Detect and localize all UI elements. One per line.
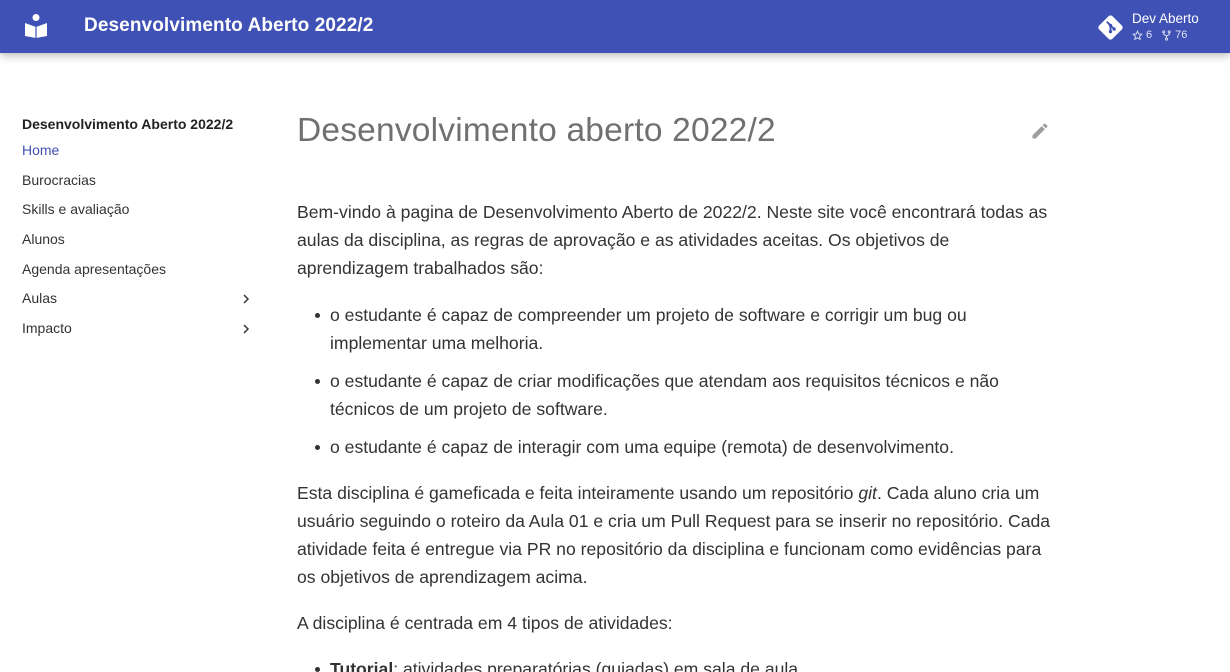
list-item: o estudante é capaz de criar modificaçõe…: [315, 367, 1030, 423]
nav-item-agenda[interactable]: Agenda apresentações: [22, 255, 254, 285]
activity-description: : atividades preparatórias (guiadas) em …: [393, 659, 803, 672]
list-item: o estudante é capaz de compreender um pr…: [315, 301, 1030, 357]
edit-pencil-icon[interactable]: [1030, 121, 1050, 141]
main-content: Desenvolvimento aberto 2022/2 Bem-vindo …: [297, 108, 1057, 672]
chevron-right-icon[interactable]: [238, 321, 254, 337]
top-header: Desenvolvimento Aberto 2022/2 Dev Aberto…: [0, 0, 1230, 53]
repo-forks: 76: [1161, 29, 1187, 41]
chevron-right-icon[interactable]: [238, 291, 254, 307]
repo-name: Dev Aberto: [1132, 11, 1199, 26]
forks-count: 76: [1175, 29, 1188, 41]
nav-item-burocracias[interactable]: Burocracias: [22, 166, 254, 196]
activities-intro: A disciplina é centrada em 4 tipos de at…: [297, 613, 673, 633]
activity-name: Tutorial: [330, 659, 394, 672]
star-icon: [1132, 29, 1143, 40]
gamified-paragraph: Esta disciplina é gameficada e feita int…: [297, 479, 1057, 591]
nav-item-alunos[interactable]: Alunos: [22, 225, 254, 255]
nav-item-impacto[interactable]: Impacto: [22, 314, 254, 344]
page-title: Desenvolvimento aberto 2022/2: [297, 112, 776, 149]
fork-icon: [1162, 29, 1171, 41]
book-reader-icon[interactable]: [25, 14, 47, 38]
primary-navigation: Desenvolvimento Aberto 2022/2 Home Buroc…: [22, 112, 254, 344]
list-item: o estudante é capaz de interagir com uma…: [315, 433, 1030, 461]
repository-link[interactable]: Dev Aberto 6 76: [1098, 8, 1228, 46]
git-icon: [1098, 15, 1123, 40]
intro-paragraph: Bem-vindo à pagina de Desenvolvimento Ab…: [297, 202, 1048, 278]
repo-stars: 6: [1132, 29, 1152, 41]
gamified-text-a: Esta disciplina é gameficada e feita int…: [297, 483, 859, 503]
nav-title: Desenvolvimento Aberto 2022/2: [22, 116, 234, 132]
nav-item-impacto-label: Impacto: [22, 320, 72, 337]
nav-item-home[interactable]: Home: [22, 136, 254, 166]
objectives-list: o estudante é capaz de compreender um pr…: [315, 301, 1030, 471]
stars-count: 6: [1146, 29, 1153, 41]
nav-item-aulas[interactable]: Aulas: [22, 284, 254, 314]
repo-facts: 6 76: [1132, 29, 1196, 41]
site-title[interactable]: Desenvolvimento Aberto 2022/2: [84, 15, 373, 37]
list-item: Tutorial: atividades preparatórias (guia…: [315, 655, 1030, 672]
nav-item-aulas-label: Aulas: [22, 290, 58, 307]
git-emphasis: git: [858, 483, 877, 503]
nav-item-skills[interactable]: Skills e avaliação: [22, 195, 254, 225]
activities-list: Tutorial: atividades preparatórias (guia…: [315, 655, 1030, 672]
